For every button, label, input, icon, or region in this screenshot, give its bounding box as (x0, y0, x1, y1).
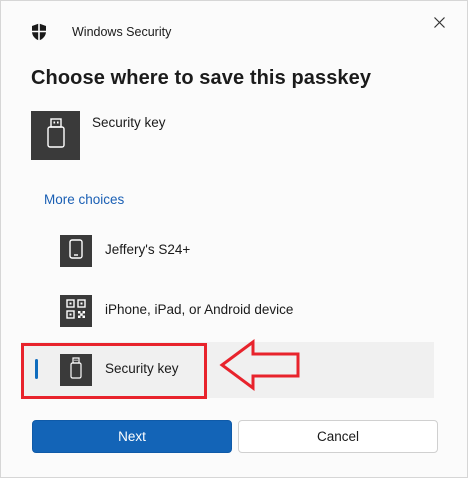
left-arrow-outline-icon (219, 339, 301, 396)
selection-indicator (35, 359, 38, 379)
option-label: Jeffery's S24+ (105, 242, 191, 257)
usb-key-icon (45, 118, 67, 153)
close-icon (433, 15, 445, 33)
windows-security-dialog: Windows Security Choose where to save th… (0, 0, 468, 478)
option-icon-tile (60, 354, 92, 386)
option-label: Security key (105, 361, 179, 376)
cancel-button[interactable]: Cancel (238, 420, 438, 453)
more-choices-link[interactable]: More choices (44, 192, 124, 207)
shield-icon (31, 23, 47, 41)
option-phone[interactable]: Jeffery's S24+ (21, 223, 434, 279)
option-mobile-device[interactable]: iPhone, iPad, or Android device (21, 283, 434, 339)
window-title: Windows Security (72, 25, 172, 39)
page-title: Choose where to save this passkey (31, 67, 372, 89)
usb-key-icon (69, 356, 83, 384)
close-button[interactable] (428, 13, 450, 35)
option-icon-tile (60, 295, 92, 327)
next-button[interactable]: Next (32, 420, 232, 453)
option-icon-tile (60, 235, 92, 267)
phone-icon (69, 238, 83, 264)
option-label: iPhone, iPad, or Android device (105, 302, 294, 317)
selected-option-label: Security key (92, 115, 166, 130)
qr-code-icon (66, 298, 86, 324)
selected-option-tile (31, 111, 80, 160)
